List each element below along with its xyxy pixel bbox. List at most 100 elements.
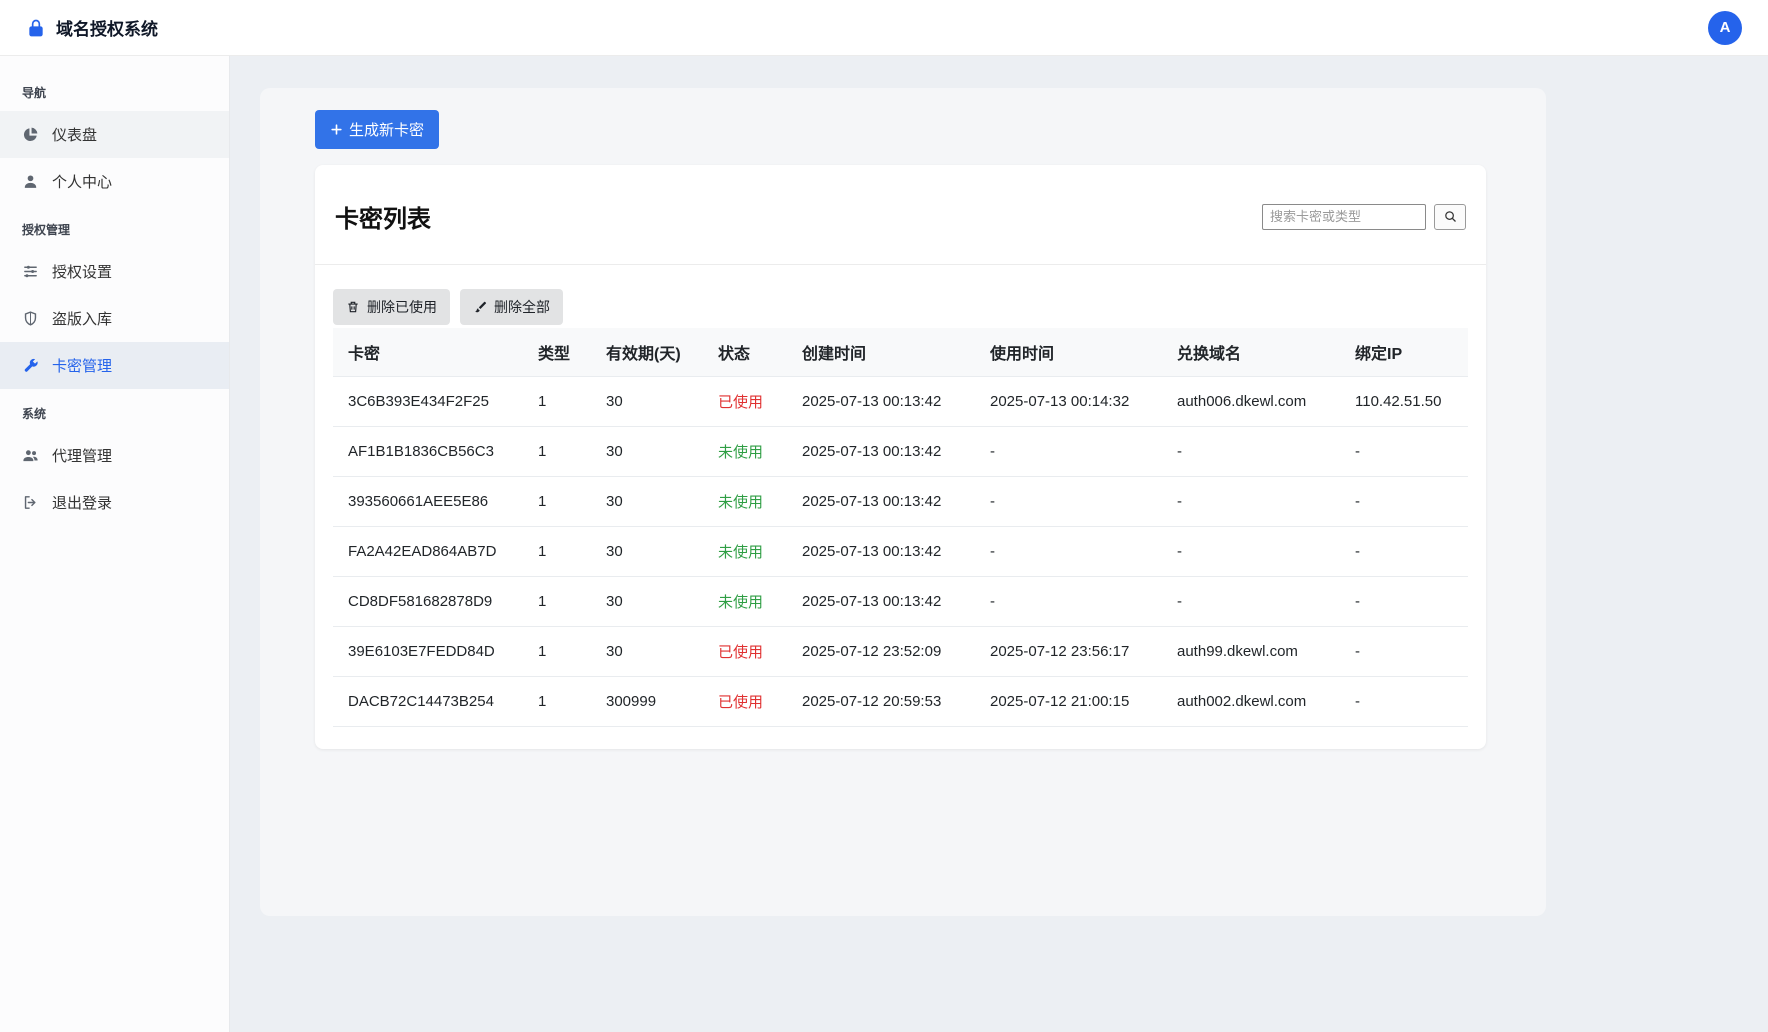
sidebar-item-profile[interactable]: 个人中心 (0, 158, 229, 205)
logout-icon (22, 494, 39, 511)
sidebar-section-label-nav: 导航 (0, 68, 229, 111)
sidebar-item-card-keys[interactable]: 卡密管理 (0, 342, 229, 389)
table-header-row: 卡密类型有效期(天)状态创建时间使用时间兑换域名绑定IP (333, 328, 1468, 377)
cell-type: 1 (523, 677, 591, 727)
cell-type: 1 (523, 527, 591, 577)
delete-all-label: 删除全部 (494, 297, 550, 317)
shield-icon (22, 310, 39, 327)
cell-type: 1 (523, 377, 591, 427)
search-button[interactable] (1434, 204, 1466, 230)
cell-redeem-domain: auth99.dkewl.com (1162, 627, 1340, 677)
cell-type: 1 (523, 577, 591, 627)
sidebar-item-label: 授权设置 (52, 261, 112, 282)
sidebar-item-label: 代理管理 (52, 445, 112, 466)
avatar[interactable]: A (1708, 11, 1742, 45)
cell-key: AF1B1B1836CB56C3 (333, 427, 523, 477)
cell-created-time: 2025-07-13 00:13:42 (787, 577, 975, 627)
cell-bound-ip: - (1340, 577, 1468, 627)
column-header: 创建时间 (787, 328, 975, 377)
cell-redeem-domain: auth002.dkewl.com (1162, 677, 1340, 727)
cell-validity: 30 (591, 527, 703, 577)
cell-bound-ip: - (1340, 427, 1468, 477)
page-title: 卡密列表 (335, 199, 431, 234)
cell-used-time: - (975, 477, 1162, 527)
cell-created-time: 2025-07-13 00:13:42 (787, 477, 975, 527)
lock-icon (26, 18, 46, 38)
sidebar-item-label: 盗版入库 (52, 308, 112, 329)
app-title: 域名授权系统 (56, 15, 158, 40)
table-body: 3C6B393E434F2F25130已使用2025-07-13 00:13:4… (333, 377, 1468, 727)
cell-used-time: 2025-07-13 00:14:32 (975, 377, 1162, 427)
sidebar-item-auth-settings[interactable]: 授权设置 (0, 248, 229, 295)
cell-created-time: 2025-07-13 00:13:42 (787, 427, 975, 477)
delete-used-button[interactable]: 删除已使用 (333, 289, 450, 325)
cell-validity: 30 (591, 477, 703, 527)
cell-key: 393560661AEE5E86 (333, 477, 523, 527)
cell-validity: 30 (591, 377, 703, 427)
wrench-icon (22, 357, 39, 374)
plus-icon (330, 123, 343, 136)
cell-status: 未使用 (703, 427, 787, 477)
cell-status: 未使用 (703, 527, 787, 577)
cell-type: 1 (523, 477, 591, 527)
cell-redeem-domain: - (1162, 527, 1340, 577)
sidebar-section-label-system: 系统 (0, 389, 229, 432)
table-row: FA2A42EAD864AB7D130未使用2025-07-13 00:13:4… (333, 527, 1468, 577)
cell-redeem-domain: - (1162, 577, 1340, 627)
table-row: DACB72C14473B2541300999已使用2025-07-12 20:… (333, 677, 1468, 727)
column-header: 类型 (523, 328, 591, 377)
table-row: CD8DF581682878D9130未使用2025-07-13 00:13:4… (333, 577, 1468, 627)
user-icon (22, 173, 39, 190)
cell-validity: 30 (591, 577, 703, 627)
content-panel: 生成新卡密 卡密列表 (260, 88, 1546, 916)
generate-key-button[interactable]: 生成新卡密 (315, 110, 439, 149)
table-toolbar: 删除已使用 删除全部 (333, 289, 1468, 325)
cell-status: 未使用 (703, 577, 787, 627)
cell-status: 已使用 (703, 377, 787, 427)
sidebar-item-label: 个人中心 (52, 171, 112, 192)
cell-status: 已使用 (703, 677, 787, 727)
table-row: 3C6B393E434F2F25130已使用2025-07-13 00:13:4… (333, 377, 1468, 427)
brush-icon (473, 300, 487, 314)
card-keys-table: 卡密类型有效期(天)状态创建时间使用时间兑换域名绑定IP 3C6B393E434… (333, 328, 1468, 727)
sidebar-section-label-auth: 授权管理 (0, 205, 229, 248)
sidebar: 导航 仪表盘 个人中心 授权管理 授权设置 盗版入库 卡密管理 系统 (0, 56, 230, 1032)
cell-used-time: - (975, 577, 1162, 627)
cell-used-time: - (975, 527, 1162, 577)
cell-bound-ip: - (1340, 527, 1468, 577)
cell-validity: 30 (591, 627, 703, 677)
cell-status: 未使用 (703, 477, 787, 527)
table-row: AF1B1B1836CB56C3130未使用2025-07-13 00:13:4… (333, 427, 1468, 477)
cell-redeem-domain: auth006.dkewl.com (1162, 377, 1340, 427)
search-input[interactable] (1262, 204, 1426, 230)
search-icon (1443, 209, 1458, 224)
cell-bound-ip: - (1340, 477, 1468, 527)
cell-redeem-domain: - (1162, 477, 1340, 527)
sidebar-item-label: 卡密管理 (52, 355, 112, 376)
cell-validity: 30 (591, 427, 703, 477)
column-header: 绑定IP (1340, 328, 1468, 377)
cell-bound-ip: 110.42.51.50 (1340, 377, 1468, 427)
cell-created-time: 2025-07-13 00:13:42 (787, 527, 975, 577)
sidebar-item-agents[interactable]: 代理管理 (0, 432, 229, 479)
cell-type: 1 (523, 427, 591, 477)
sidebar-item-dashboard[interactable]: 仪表盘 (0, 111, 229, 158)
cell-created-time: 2025-07-12 20:59:53 (787, 677, 975, 727)
generate-key-label: 生成新卡密 (349, 119, 424, 140)
table-row: 393560661AEE5E86130未使用2025-07-13 00:13:4… (333, 477, 1468, 527)
trash-icon (346, 300, 360, 314)
cell-used-time: 2025-07-12 23:56:17 (975, 627, 1162, 677)
sidebar-item-logout[interactable]: 退出登录 (0, 479, 229, 526)
cell-type: 1 (523, 627, 591, 677)
column-header: 兑换域名 (1162, 328, 1340, 377)
delete-all-button[interactable]: 删除全部 (460, 289, 563, 325)
top-bar: 域名授权系统 A (0, 0, 1768, 56)
cell-used-time: - (975, 427, 1162, 477)
main-content: 生成新卡密 卡密列表 (230, 0, 1768, 916)
app-brand: 域名授权系统 (26, 15, 158, 40)
cell-created-time: 2025-07-13 00:13:42 (787, 377, 975, 427)
cell-validity: 300999 (591, 677, 703, 727)
sidebar-item-piracy-store[interactable]: 盗版入库 (0, 295, 229, 342)
column-header: 有效期(天) (591, 328, 703, 377)
cell-used-time: 2025-07-12 21:00:15 (975, 677, 1162, 727)
